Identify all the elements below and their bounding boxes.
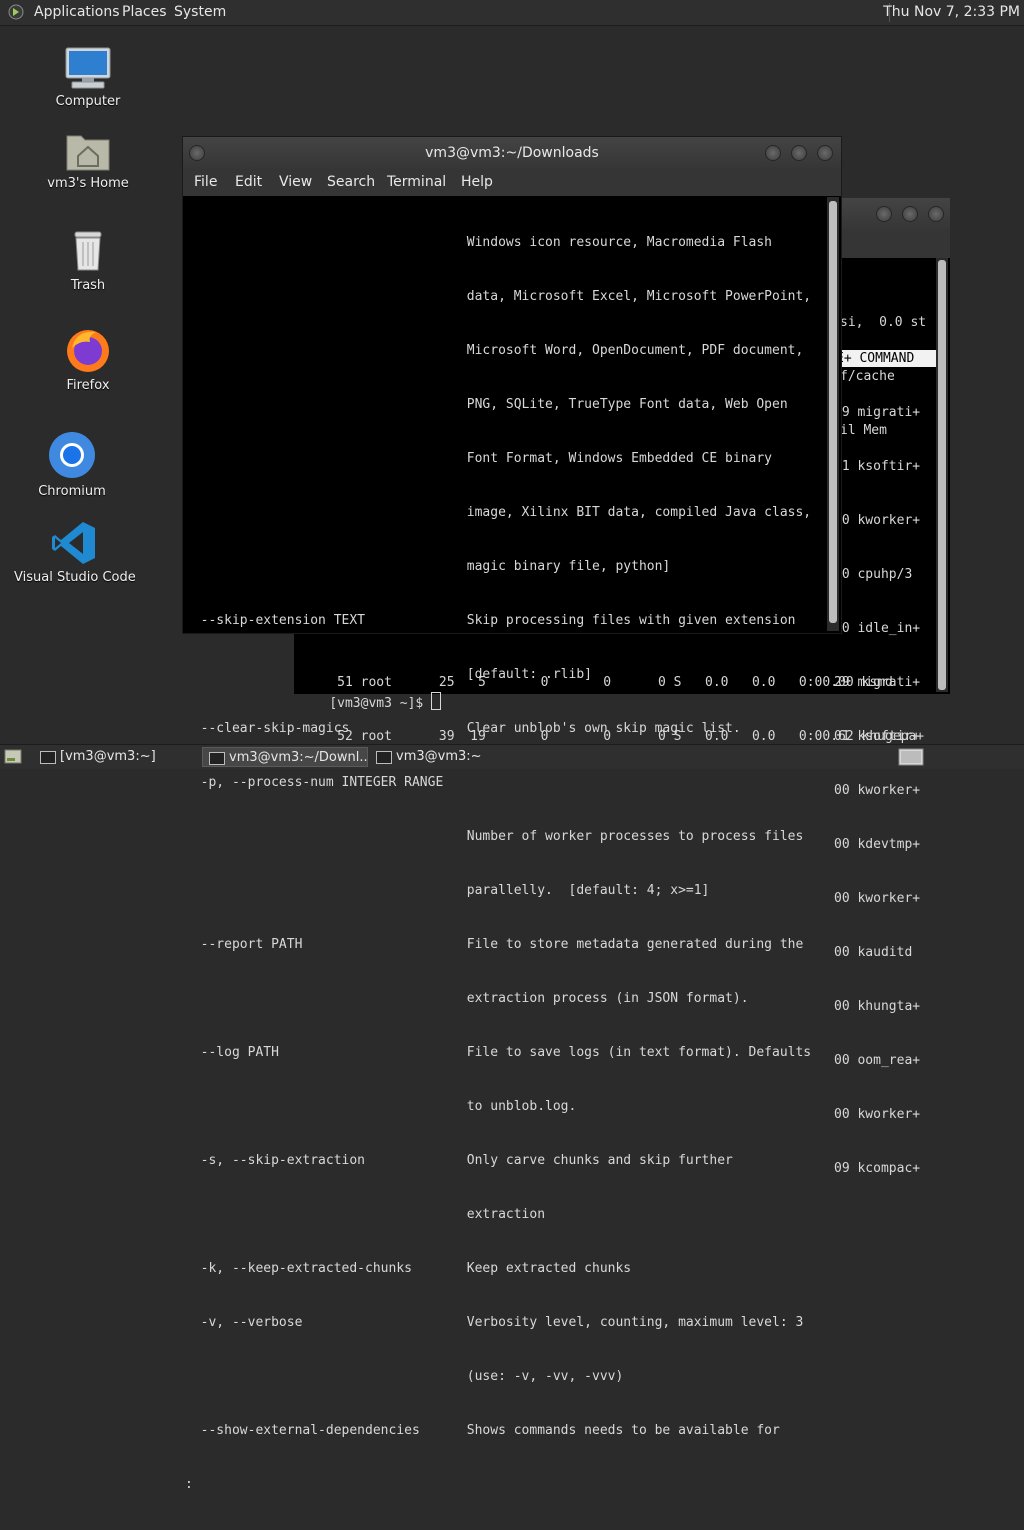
desktop-icon-firefox[interactable]: Firefox <box>40 326 136 393</box>
taskbar-item-terminal-home[interactable]: [vm3@vm3:~] <box>34 747 198 767</box>
maximize-icon[interactable] <box>902 206 918 222</box>
desktop-icon-label: Computer <box>55 94 121 109</box>
menu-terminal[interactable]: Terminal <box>387 174 446 190</box>
taskbar-item-label: vm3@vm3:~/Downl... <box>229 750 368 765</box>
desktop-icon-label: Firefox <box>66 378 110 393</box>
minimize-icon[interactable] <box>765 145 781 161</box>
taskbar-item-terminal[interactable]: vm3@vm3:~ <box>370 747 534 767</box>
menu-view[interactable]: View <box>279 174 312 190</box>
workspace-switcher-icon[interactable] <box>898 748 924 766</box>
process-list-right-column: 29 migrati+ 01 ksoftir+ 00 kworker+ 00 c… <box>834 405 921 1176</box>
desktop-icon-label: Trash <box>70 278 106 293</box>
clock[interactable]: Thu Nov 7, 2:33 PM <box>883 4 1020 20</box>
desktop-icon-trash[interactable]: Trash <box>40 228 136 293</box>
computer-icon <box>65 47 111 89</box>
top-panel: Applications Places System Thu Nov 7, 2:… <box>0 0 1024 26</box>
desktop-icon-chromium[interactable]: Chromium <box>24 430 120 499</box>
menu-help[interactable]: Help <box>461 174 493 190</box>
front-terminal-window[interactable]: vm3@vm3:~/Downloads File Edit View Searc… <box>182 136 842 1492</box>
taskbar-item-label: vm3@vm3:~ <box>396 749 482 764</box>
applications-menu[interactable]: Applications <box>34 4 120 20</box>
terminal-icon <box>376 751 392 764</box>
desktop-icon-label: Chromium <box>38 484 106 499</box>
terminal-icon <box>40 751 56 764</box>
menu-edit[interactable]: Edit <box>235 174 262 190</box>
back-scrollbar-thumb[interactable] <box>938 260 946 690</box>
window-menu-icon[interactable] <box>189 145 205 161</box>
front-window-titlebar[interactable]: vm3@vm3:~/Downloads <box>183 137 841 169</box>
menu-file[interactable]: File <box>194 174 217 190</box>
desktop-icon-label: Visual Studio Code <box>14 570 136 585</box>
chromium-icon <box>49 432 95 478</box>
maximize-icon[interactable] <box>791 145 807 161</box>
close-icon[interactable] <box>928 206 944 222</box>
bottom-panel: [vm3@vm3:~] vm3@vm3:~/Downl... vm3@vm3:~ <box>0 744 1024 769</box>
window-title: vm3@vm3:~/Downloads <box>425 145 599 161</box>
menu-search[interactable]: Search <box>327 174 375 190</box>
front-scrollbar-thumb[interactable] <box>829 201 837 623</box>
desktop-icon-label: vm3's Home <box>47 176 129 191</box>
minimize-icon[interactable] <box>876 206 892 222</box>
vscode-icon <box>52 522 95 564</box>
front-window-menubar: File Edit View Search Terminal Help <box>183 169 841 196</box>
home-folder-icon <box>66 135 110 171</box>
top-header-command: E+ COMMAND <box>836 351 915 366</box>
desktop-icon-home[interactable]: vm3's Home <box>40 128 136 191</box>
trash-icon <box>74 231 102 271</box>
close-icon[interactable] <box>817 145 833 161</box>
taskbar-item-label: [vm3@vm3:~] <box>60 749 156 764</box>
terminal-output[interactable]: Windows icon resource, Macromedia Flash … <box>185 198 811 1530</box>
firefox-icon <box>67 330 109 372</box>
show-desktop-icon[interactable] <box>4 749 22 764</box>
gnome-foot-icon[interactable] <box>8 4 24 20</box>
system-menu[interactable]: System <box>174 4 226 20</box>
desktop-icon-computer[interactable]: Computer <box>40 46 136 109</box>
places-menu[interactable]: Places <box>122 4 167 20</box>
terminal-icon <box>209 752 225 765</box>
desktop-icon-vscode[interactable]: Visual Studio Code <box>14 520 136 585</box>
taskbar-item-terminal-downloads[interactable]: vm3@vm3:~/Downl... <box>202 747 368 767</box>
